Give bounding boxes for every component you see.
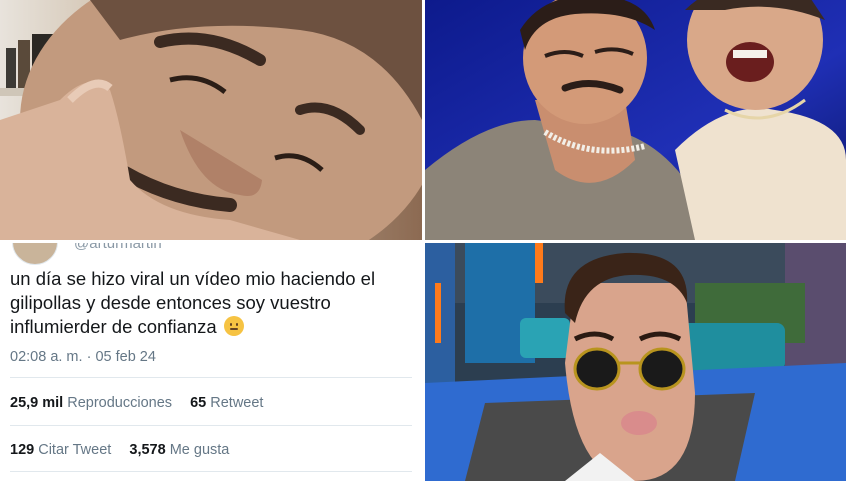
tweet-handle[interactable]: @arturmartin [74,243,162,252]
tweet-meta-separator: · [86,349,92,365]
photo-sunglasses-selfie-image [425,243,846,481]
tweet-time: 02:08 a. m. [10,349,83,365]
photo-hand-over-mouth-image [0,0,422,240]
photo-sunglasses-selfie [425,243,846,481]
retweets-label[interactable]: Retweet [210,395,263,411]
divider [10,425,412,426]
retweets-count: 65 [190,395,207,411]
quotes-label[interactable]: Citar Tweet [38,442,111,458]
tweet-date: 05 feb 24 [95,349,156,365]
stats-row-views-retweets: 25,9 mil Reproducciones 65 Retweet [10,395,263,411]
tweet-text-body: un día se hizo viral un vídeo mio hacien… [10,268,376,337]
stats-row-quotes-likes: 129 Citar Tweet 3,578 Me gusta [10,442,229,458]
views-label[interactable]: Reproducciones [67,395,172,411]
photo-two-men-studio-image [425,0,846,240]
avatar[interactable] [12,243,58,265]
divider [10,377,412,378]
divider [10,471,412,472]
photo-two-men-studio [425,0,846,240]
tweet-timestamp[interactable]: 02:08 a. m. · 05 feb 24 [10,349,156,365]
likes-label[interactable]: Me gusta [170,442,230,458]
slightly-smiling-face-icon [223,316,244,336]
photo-hand-over-mouth [0,0,422,240]
tweet-text: un día se hizo viral un vídeo mio hacien… [10,267,410,339]
likes-count: 3,578 [129,442,166,458]
tweet-card: @arturmartin un día se hizo viral un víd… [0,243,422,481]
views-count: 25,9 mil [10,395,64,411]
quotes-count: 129 [10,442,35,458]
